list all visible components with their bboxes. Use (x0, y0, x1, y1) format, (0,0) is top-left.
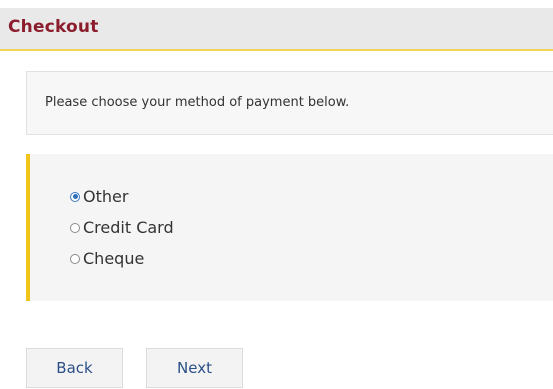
page-header: Checkout (0, 8, 553, 51)
payment-option-other[interactable]: Other (70, 187, 128, 206)
info-text: Please choose your method of payment bel… (45, 95, 350, 110)
checkout-page: Checkout Please choose your method of pa… (0, 0, 553, 389)
page-title: Checkout (8, 17, 99, 37)
payment-option-label: Cheque (83, 249, 145, 268)
payment-options-panel: Other Credit Card Cheque (26, 154, 553, 301)
radio-unselected-icon[interactable] (70, 222, 80, 233)
info-box: Please choose your method of payment bel… (26, 71, 553, 135)
payment-option-label: Other (83, 187, 129, 206)
payment-option-cheque[interactable]: Cheque (70, 249, 144, 268)
payment-option-credit-card[interactable]: Credit Card (70, 218, 174, 237)
back-button[interactable]: Back (26, 348, 123, 388)
radio-selected-icon[interactable] (70, 191, 80, 202)
next-button[interactable]: Next (146, 348, 243, 388)
radio-unselected-icon[interactable] (70, 253, 80, 264)
payment-option-label: Credit Card (83, 218, 174, 237)
